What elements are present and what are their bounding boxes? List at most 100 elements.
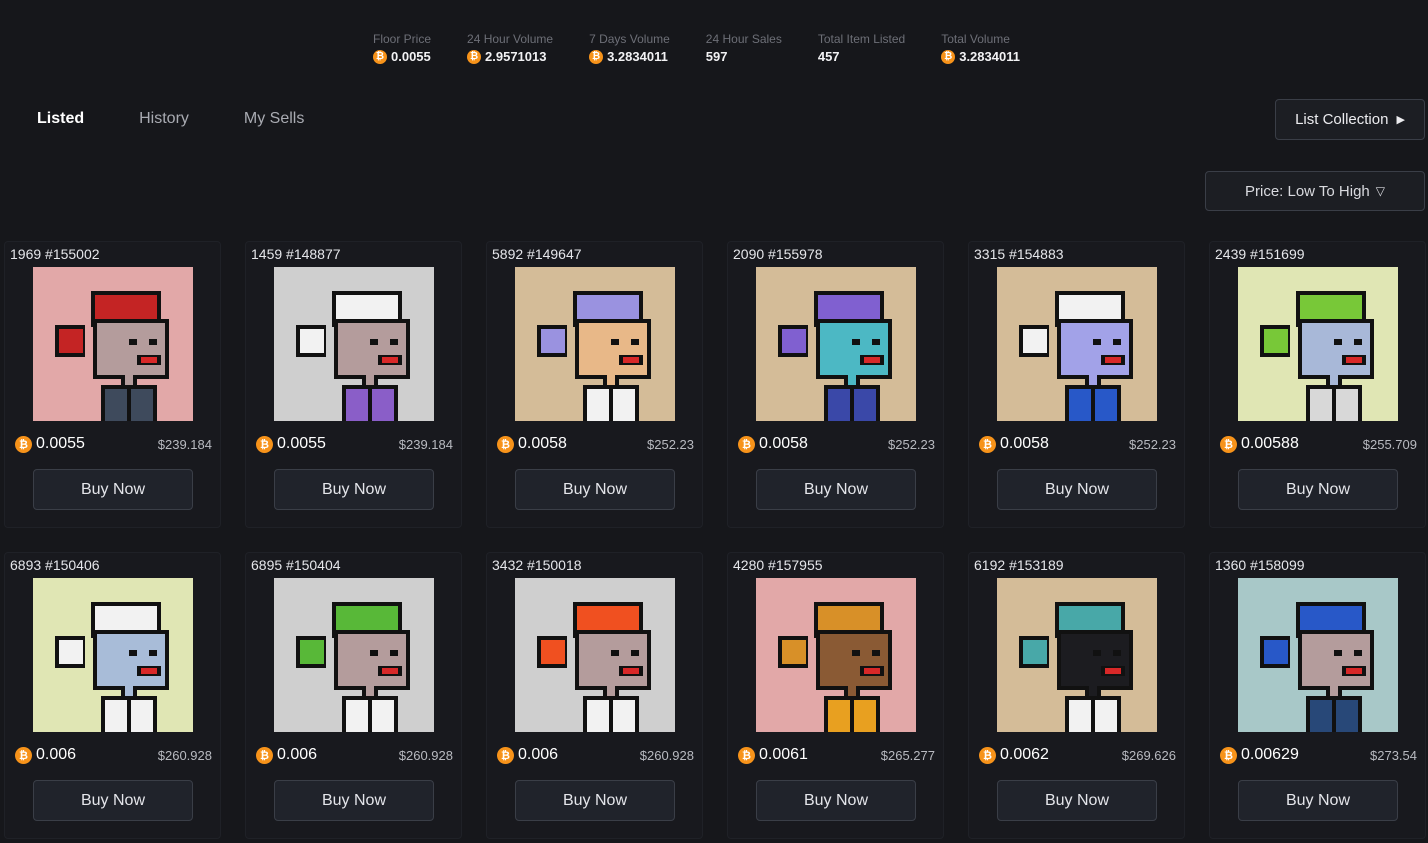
btc-price-value: 0.0058: [1000, 435, 1049, 452]
bitcoin-icon: ₿: [1220, 746, 1237, 764]
buy-now-button[interactable]: Buy Now: [756, 469, 916, 510]
btc-price-value: 0.0055: [36, 435, 85, 452]
stat-value: ₿ 3.2834011: [941, 48, 1020, 66]
nft-card: 4280 #157955 ₿ 0.0061 $265.277 Buy Now: [727, 552, 944, 839]
btc-price: ₿ 0.0058: [738, 435, 808, 453]
nft-image[interactable]: [997, 267, 1157, 421]
nft-card: 1360 #158099 ₿ 0.00629 $273.54 Buy Now: [1209, 552, 1426, 839]
nft-image[interactable]: [756, 267, 916, 421]
btc-price-value: 0.0062: [1000, 746, 1049, 763]
btc-price-value: 0.0061: [759, 746, 808, 763]
btc-price-value: 0.00588: [1241, 435, 1299, 452]
nft-card: 1459 #148877 ₿ 0.0055 $239.184 Buy Now: [245, 241, 462, 528]
sort-dropdown[interactable]: Price: Low To High ▽: [1205, 171, 1425, 211]
buy-now-button[interactable]: Buy Now: [1238, 469, 1398, 510]
buy-now-button[interactable]: Buy Now: [33, 780, 193, 821]
stat-value-text: 2.9571013: [485, 49, 547, 64]
nft-title: 2439 #151699: [1215, 246, 1305, 262]
nft-title: 2090 #155978: [733, 246, 823, 262]
nft-title: 6192 #153189: [974, 557, 1064, 573]
nft-card: 5892 #149647 ₿ 0.0058 $252.23 Buy Now: [486, 241, 703, 528]
btc-price-value: 0.006: [277, 746, 318, 763]
list-collection-button[interactable]: List Collection ▶: [1275, 99, 1425, 140]
nft-card: 1969 #155002 ₿ 0.0055 $239.184 Buy Now: [4, 241, 221, 528]
nft-image[interactable]: [274, 578, 434, 732]
stat-4: Total Item Listed 457: [818, 32, 905, 66]
sort-label: Price: Low To High: [1244, 182, 1370, 200]
usd-price: $260.928: [157, 747, 212, 763]
price-row: ₿ 0.0058 $252.23: [497, 435, 694, 453]
stat-value: 597: [706, 48, 782, 66]
nft-image[interactable]: [515, 578, 675, 732]
nft-image[interactable]: [33, 267, 193, 421]
buy-now-button[interactable]: Buy Now: [33, 469, 193, 510]
stat-label: Floor Price: [373, 32, 432, 46]
buy-now-button[interactable]: Buy Now: [274, 469, 434, 510]
btc-price: ₿ 0.0058: [979, 435, 1049, 453]
nft-title: 6893 #150406: [10, 557, 100, 573]
price-row: ₿ 0.006 $260.928: [15, 746, 212, 764]
stat-0: Floor Price ₿ 0.0055: [373, 32, 431, 66]
buy-now-button[interactable]: Buy Now: [756, 780, 916, 821]
stat-label: Total Volume: [941, 32, 1010, 46]
tab-listed[interactable]: Listed: [37, 109, 84, 129]
btc-price-value: 0.006: [36, 746, 77, 763]
usd-price: $252.23: [1129, 436, 1176, 452]
btc-price: ₿ 0.0055: [256, 435, 326, 453]
bitcoin-icon: ₿: [373, 50, 387, 64]
bitcoin-icon: ₿: [497, 746, 514, 764]
tab-my-sells[interactable]: My Sells: [244, 109, 304, 129]
stat-label: 7 Days Volume: [589, 32, 670, 46]
nft-image[interactable]: [515, 267, 675, 421]
stat-value-text: 0.0055: [391, 49, 431, 64]
stat-3: 24 Hour Sales 597: [706, 32, 782, 66]
buy-now-button[interactable]: Buy Now: [1238, 780, 1398, 821]
bitcoin-icon: ₿: [979, 435, 996, 453]
price-row: ₿ 0.00588 $255.709: [1220, 435, 1417, 453]
nft-title: 6895 #150404: [251, 557, 341, 573]
buy-now-button[interactable]: Buy Now: [997, 780, 1157, 821]
stat-label: 24 Hour Volume: [467, 32, 554, 46]
nft-card: 3315 #154883 ₿ 0.0058 $252.23 Buy Now: [968, 241, 1185, 528]
tab-bar: Listed History My Sells: [37, 109, 359, 129]
bitcoin-icon: ₿: [589, 50, 604, 64]
nft-title: 1969 #155002: [10, 246, 100, 262]
btc-price: ₿ 0.0062: [979, 746, 1049, 764]
buy-now-button[interactable]: Buy Now: [274, 780, 434, 821]
stat-value-text: 457: [817, 49, 840, 64]
price-row: ₿ 0.0055 $239.184: [15, 435, 212, 453]
nft-card: 3432 #150018 ₿ 0.006 $260.928 Buy Now: [486, 552, 703, 839]
price-row: ₿ 0.0055 $239.184: [256, 435, 453, 453]
btc-price: ₿ 0.0061: [738, 746, 808, 764]
btc-price-value: 0.006: [518, 746, 559, 763]
nft-image[interactable]: [1238, 267, 1398, 421]
buy-now-button[interactable]: Buy Now: [515, 469, 675, 510]
nft-image[interactable]: [274, 267, 434, 421]
usd-price: $265.277: [880, 747, 935, 763]
stat-label: 24 Hour Sales: [705, 32, 782, 46]
btc-price: ₿ 0.006: [256, 746, 317, 764]
usd-price: $252.23: [647, 436, 694, 452]
btc-price-value: 0.0058: [759, 435, 808, 452]
nft-card: 6192 #153189 ₿ 0.0062 $269.626 Buy Now: [968, 552, 1185, 839]
buy-now-button[interactable]: Buy Now: [997, 469, 1157, 510]
nft-image[interactable]: [1238, 578, 1398, 732]
btc-price: ₿ 0.00588: [1220, 435, 1299, 453]
btc-price: ₿ 0.006: [497, 746, 558, 764]
buy-now-button[interactable]: Buy Now: [515, 780, 675, 821]
nft-title: 1459 #148877: [251, 246, 341, 262]
nft-image[interactable]: [997, 578, 1157, 732]
nft-image[interactable]: [756, 578, 916, 732]
bitcoin-icon: ₿: [15, 435, 32, 453]
usd-price: $252.23: [888, 436, 935, 452]
bitcoin-icon: ₿: [256, 746, 273, 764]
btc-price: ₿ 0.00629: [1220, 746, 1299, 764]
tab-history[interactable]: History: [139, 109, 189, 129]
nft-image[interactable]: [33, 578, 193, 732]
price-row: ₿ 0.00629 $273.54: [1220, 746, 1417, 764]
stat-value: ₿ 2.9571013: [467, 48, 553, 66]
usd-price: $260.928: [398, 747, 453, 763]
nft-title: 3315 #154883: [974, 246, 1064, 262]
price-row: ₿ 0.006 $260.928: [256, 746, 453, 764]
stat-5: Total Volume ₿ 3.2834011: [941, 32, 1020, 66]
